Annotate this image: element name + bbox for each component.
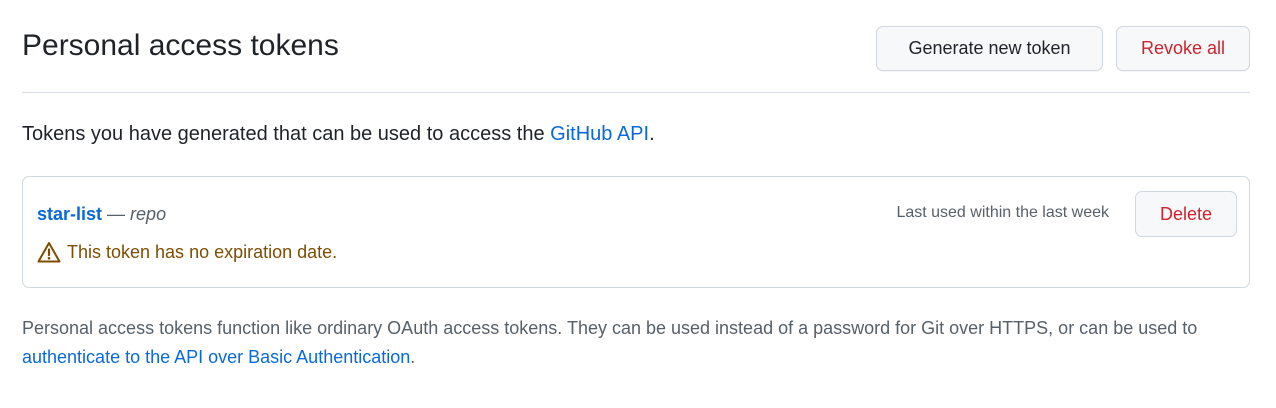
- revoke-all-button[interactable]: Revoke all: [1116, 26, 1250, 71]
- token-title-line: star-list — repo: [37, 202, 166, 226]
- intro-text-before: Tokens you have generated that can be us…: [22, 123, 551, 145]
- footer-text-before: Personal access tokens function like ord…: [22, 318, 1198, 338]
- token-scope: repo: [130, 204, 167, 224]
- alert-triangle-icon: [37, 241, 61, 263]
- delete-token-button[interactable]: Delete: [1135, 191, 1237, 237]
- generate-new-token-button[interactable]: Generate new token: [876, 26, 1103, 71]
- token-name-link[interactable]: star-list: [37, 204, 102, 224]
- github-api-link[interactable]: GitHub API: [550, 123, 649, 145]
- token-separator: —: [102, 204, 131, 224]
- basic-auth-link[interactable]: authenticate to the API over Basic Authe…: [22, 347, 410, 367]
- token-expiration-warning: This token has no expiration date.: [37, 240, 337, 264]
- intro-text: Tokens you have generated that can be us…: [22, 120, 655, 148]
- personal-access-tokens-page: Personal access tokens Generate new toke…: [22, 0, 1250, 367]
- footer-note: Personal access tokens function like ord…: [22, 314, 1262, 372]
- warning-text: This token has no expiration date.: [67, 242, 338, 262]
- token-last-used: Last used within the last week: [896, 204, 1109, 221]
- footer-text-after: .: [410, 347, 416, 367]
- page-header: Personal access tokens Generate new toke…: [22, 0, 1250, 93]
- token-list-item: star-list — repo This token has no expir…: [22, 176, 1250, 288]
- intro-text-after: .: [649, 123, 655, 145]
- page-title: Personal access tokens: [22, 29, 339, 62]
